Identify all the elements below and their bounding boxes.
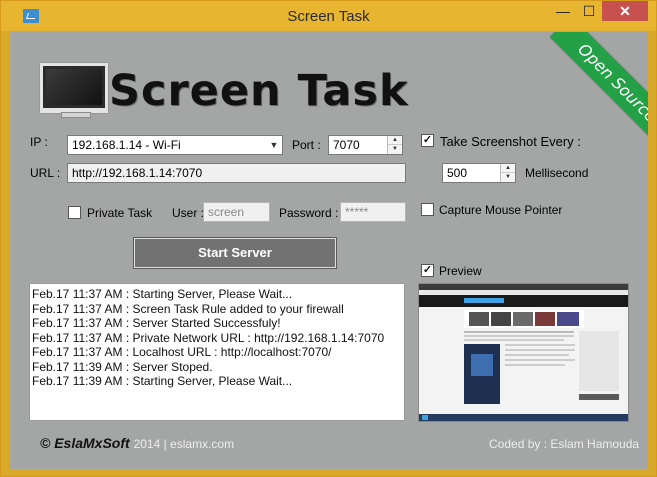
interval-stepper[interactable]: 500 ▲ ▼ [442,163,516,183]
url-label: URL : [30,166,61,180]
footer-brand: © EslaMxSoft 2014 | eslamx.com [40,435,234,451]
footer-brand-name: EslaMxSoft [54,435,130,451]
private-task-label: Private Task [87,206,153,220]
log-line: Feb.17 11:37 AM : Localhost URL : http:/… [32,345,332,359]
spin-up-icon[interactable]: ▲ [388,136,402,145]
port-stepper[interactable]: 7070 ▲ ▼ [328,135,403,155]
log-line: Feb.17 11:39 AM : Server Stoped. [32,359,213,374]
port-spin-buttons[interactable]: ▲ ▼ [387,136,402,154]
user-field[interactable]: screen [203,202,270,222]
copyright-icon: © [40,435,51,451]
preview-screenshot-thumbnail [419,284,628,421]
preview-checkbox[interactable]: ✓ [421,264,434,277]
port-label: Port : [292,138,321,152]
password-label: Password : [279,206,339,220]
spin-down-icon[interactable]: ▼ [388,145,402,154]
ip-select-value: 192.168.1.14 - Wi-Fi [72,138,181,152]
footer-credit: Coded by : Eslam Hamouda [489,437,640,451]
start-server-button[interactable]: Start Server [133,237,337,269]
ip-label: IP : [30,135,48,149]
minimize-button[interactable]: — [550,1,576,21]
log-line: Feb.17 11:39 AM : Starting Server, Pleas… [32,374,293,388]
interval-unit-label: Mellisecond [525,166,589,180]
spin-up-icon[interactable]: ▲ [501,164,515,173]
capture-mouse-label: Capture Mouse Pointer [439,203,563,217]
take-screenshot-checkbox[interactable]: ✓ [421,134,434,147]
interval-spin-buttons[interactable]: ▲ ▼ [500,164,515,182]
app-window: Screen Task — ☐ ✕ Open Source Screen Tas… [0,0,657,477]
monitor-icon [40,63,108,113]
log-line: Feb.17 11:37 AM : Server Started Success… [32,316,281,330]
preview-image [418,283,629,422]
log-line: Feb.17 11:37 AM : Starting Server, Pleas… [32,287,293,301]
chevron-down-icon[interactable]: ▼ [266,136,282,154]
preview-label: Preview [439,264,482,278]
log-line: Feb.17 11:37 AM : Private Network URL : … [32,330,385,345]
monitor-stand-icon [61,112,91,118]
port-value: 7070 [333,138,360,152]
ip-select[interactable]: 192.168.1.14 - Wi-Fi ▼ [67,135,283,155]
close-button[interactable]: ✕ [602,1,648,21]
title-bar[interactable]: Screen Task — ☐ ✕ [1,1,656,31]
log-box[interactable]: Feb.17 11:37 AM : Starting Server, Pleas… [29,283,405,421]
capture-mouse-checkbox[interactable] [421,203,434,216]
interval-value: 500 [447,166,468,180]
spin-down-icon[interactable]: ▼ [501,173,515,182]
url-field[interactable]: http://192.168.1.14:7070 [67,163,406,183]
log-line: Feb.17 11:37 AM : Screen Task Rule added… [32,301,344,316]
maximize-button[interactable]: ☐ [576,1,602,21]
footer-year-site[interactable]: 2014 | eslamx.com [134,437,235,451]
private-task-checkbox[interactable] [68,206,81,219]
client-area: Open Source Screen Task IP : 192.168.1.1… [9,32,648,469]
app-logo-text: Screen Task [109,66,409,116]
open-source-ribbon: Open Source [549,32,648,151]
password-field[interactable]: ***** [340,202,406,222]
take-screenshot-label: Take Screenshot Every : [440,134,581,149]
user-label: User : [172,206,205,220]
